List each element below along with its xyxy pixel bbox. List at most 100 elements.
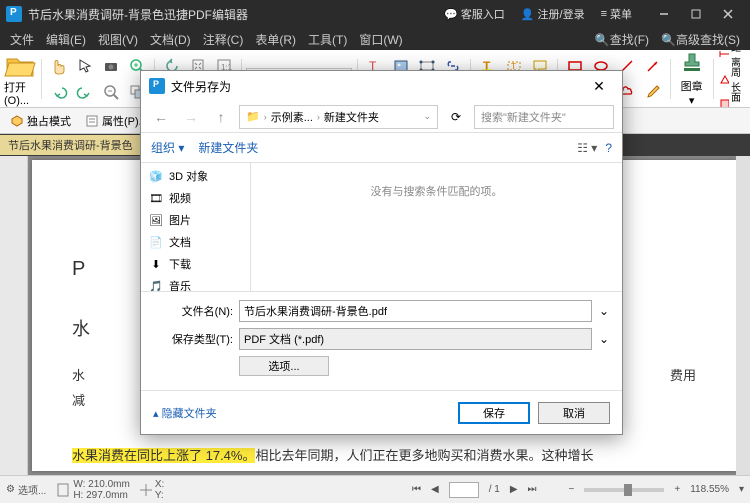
search-input[interactable]: 搜索"新建文件夹" bbox=[474, 105, 614, 129]
select-tool-icon[interactable] bbox=[73, 54, 97, 78]
folder-icon: 🎞 bbox=[149, 191, 163, 205]
filetype-select[interactable] bbox=[239, 328, 592, 350]
close-button[interactable] bbox=[712, 0, 744, 28]
menubar: 文件 编辑(E) 视图(V) 文档(D) 注释(C) 表单(R) 工具(T) 窗… bbox=[0, 28, 750, 50]
window-title: 节后水果消费调研-背景色迅捷PDF编辑器 bbox=[28, 6, 436, 23]
dialog-titlebar: 文件另存为 ✕ bbox=[141, 71, 622, 101]
undo-icon[interactable] bbox=[47, 80, 71, 104]
filetype-dropdown[interactable]: ⌄ bbox=[598, 332, 610, 346]
sidebar-item[interactable]: 🧊3D 对象 bbox=[141, 165, 250, 187]
dialog-file-list[interactable]: 没有与搜索条件匹配的项。 bbox=[251, 163, 622, 291]
stamp-button[interactable]: 图章▾ bbox=[676, 50, 708, 107]
document-tab[interactable]: 节后水果消费调研-背景色 × bbox=[0, 135, 153, 155]
page-input[interactable] bbox=[449, 482, 479, 498]
nav-back-button[interactable]: ← bbox=[149, 105, 173, 129]
save-button[interactable]: 保存 bbox=[458, 402, 530, 424]
perimeter-tool[interactable]: 周长 bbox=[718, 67, 746, 91]
hide-folders-toggle[interactable]: ▴ 隐藏文件夹 bbox=[153, 405, 217, 421]
status-options[interactable]: ⚙ 选项... bbox=[6, 482, 46, 497]
nav-up-button[interactable]: ↑ bbox=[209, 105, 233, 129]
dialog-close-button[interactable]: ✕ bbox=[584, 72, 614, 100]
sidebar-item-label: 视频 bbox=[169, 190, 191, 206]
menu-edit[interactable]: 编辑(E) bbox=[40, 31, 92, 48]
view-button[interactable]: ☷ ▾ bbox=[577, 141, 597, 155]
filename-input[interactable] bbox=[239, 300, 592, 322]
snapshot-tool-icon[interactable] bbox=[99, 54, 123, 78]
sidebar-item[interactable]: 🎞 视频 bbox=[141, 187, 250, 209]
zoom-slider[interactable] bbox=[584, 488, 664, 492]
highlighted-text: 水果消费在同比上涨了 17.4%。 bbox=[72, 448, 255, 463]
app-icon bbox=[6, 6, 22, 22]
options-button[interactable]: 选项... bbox=[239, 356, 329, 376]
sidebar-item[interactable]: 🖼 图片 bbox=[141, 209, 250, 231]
find-button[interactable]: 🔍查找(F) bbox=[589, 31, 655, 48]
service-button[interactable]: 💬客服入口 bbox=[436, 0, 513, 28]
sidebar-item-label: 下载 bbox=[169, 256, 191, 272]
login-button[interactable]: 👤注册/登录 bbox=[513, 0, 593, 28]
menu-tool[interactable]: 工具(T) bbox=[302, 31, 353, 48]
sidebar-item-label: 音乐 bbox=[169, 278, 191, 291]
hand-tool-icon[interactable] bbox=[47, 54, 71, 78]
dialog-sidebar: 🧊3D 对象🎞视频🖼图片📄文档⬇下载🎵音乐🖥桌面💽系统 (C:)💽软件 (D:) bbox=[141, 163, 251, 291]
organize-button[interactable]: 组织 ▾ bbox=[151, 139, 184, 156]
cancel-button[interactable]: 取消 bbox=[538, 402, 610, 424]
minimize-button[interactable] bbox=[648, 0, 680, 28]
new-folder-button[interactable]: 新建文件夹 bbox=[198, 139, 258, 156]
side-panel-strip[interactable] bbox=[0, 156, 28, 475]
doc-text: 相比去年同期，人们正在更多地购买和消费水果。这种增长 bbox=[255, 448, 593, 463]
sidebar-item-label: 图片 bbox=[169, 212, 191, 228]
menu-window[interactable]: 窗口(W) bbox=[353, 31, 408, 48]
statusbar: ⚙ 选项... W: 210.0mmH: 297.0mm X:Y: ⏮ ◀ / … bbox=[0, 475, 750, 503]
titlebar: 节后水果消费调研-背景色迅捷PDF编辑器 💬客服入口 👤注册/登录 ≡菜单 bbox=[0, 0, 750, 28]
advanced-find-button[interactable]: 🔍高级查找(S) bbox=[655, 31, 746, 48]
dialog-title: 文件另存为 bbox=[171, 78, 231, 95]
menu-form[interactable]: 表单(R) bbox=[249, 31, 302, 48]
tab-label: 节后水果消费调研-背景色 bbox=[8, 137, 133, 153]
vertical-scrollbar[interactable] bbox=[736, 156, 750, 475]
last-page-button[interactable]: ⏭ bbox=[528, 484, 537, 495]
nav-forward-button[interactable]: → bbox=[179, 105, 203, 129]
zoom-in-status[interactable]: + bbox=[674, 484, 680, 495]
sidebar-item[interactable]: ⬇下载 bbox=[141, 253, 250, 275]
redo-icon[interactable] bbox=[73, 80, 97, 104]
doc-line: 水果消费在同比上涨了 17.4%。相比去年同期，人们正在更多地购买和消费水果。这… bbox=[72, 444, 696, 469]
exclusive-mode-button[interactable]: 独占模式 bbox=[6, 111, 75, 131]
sidebar-item-label: 3D 对象 bbox=[169, 168, 208, 184]
menu-view[interactable]: 视图(V) bbox=[92, 31, 144, 48]
zoom-out-status[interactable]: − bbox=[569, 484, 575, 495]
doc-text: 费用 bbox=[670, 364, 696, 389]
open-button[interactable]: 打开(O)... bbox=[4, 51, 36, 107]
menu-button[interactable]: ≡菜单 bbox=[593, 0, 640, 28]
menu-comment[interactable]: 注释(C) bbox=[197, 31, 250, 48]
zoom-dropdown-status[interactable]: ▾ bbox=[739, 484, 744, 495]
prev-page-button[interactable]: ◀ bbox=[431, 484, 439, 495]
zoom-out-tool-icon[interactable] bbox=[99, 80, 123, 104]
sidebar-item[interactable]: 🎵 音乐 bbox=[141, 275, 250, 291]
next-page-button[interactable]: ▶ bbox=[510, 484, 518, 495]
arrow-shape-icon[interactable] bbox=[641, 54, 665, 78]
filename-label: 文件名(N): bbox=[153, 303, 233, 319]
filename-dropdown[interactable]: ⌄ bbox=[598, 304, 610, 318]
folder-icon: 🖼 bbox=[149, 213, 163, 227]
folder-icon: 🎵 bbox=[149, 279, 163, 291]
menu-file[interactable]: 文件 bbox=[4, 31, 40, 48]
menu-document[interactable]: 文档(D) bbox=[144, 31, 197, 48]
refresh-button[interactable]: ⟳ bbox=[444, 110, 468, 124]
dialog-toolbar: 组织 ▾ 新建文件夹 ☷ ▾ ? bbox=[141, 133, 622, 163]
page-size: W: 210.0mmH: 297.0mm bbox=[56, 479, 130, 501]
pencil-icon[interactable] bbox=[641, 80, 665, 104]
first-page-button[interactable]: ⏮ bbox=[412, 484, 421, 495]
crumb-item[interactable]: 新建文件夹 bbox=[324, 109, 379, 125]
sidebar-item-label: 文档 bbox=[169, 234, 191, 250]
help-button[interactable]: ? bbox=[605, 141, 612, 155]
area-tool[interactable]: 面积 bbox=[718, 92, 746, 109]
breadcrumb[interactable]: 📁 › 示例素... › 新建文件夹 ⌄ bbox=[239, 105, 438, 129]
page-total: / 1 bbox=[489, 484, 500, 495]
zoom-value: 118.55% bbox=[690, 484, 729, 495]
sidebar-item[interactable]: 📄文档 bbox=[141, 231, 250, 253]
maximize-button[interactable] bbox=[680, 0, 712, 28]
doc-text: 水 bbox=[72, 364, 85, 389]
dialog-icon bbox=[149, 78, 165, 94]
crumb-item[interactable]: 示例素... bbox=[271, 109, 313, 125]
save-as-dialog: 文件另存为 ✕ ← → ↑ 📁 › 示例素... › 新建文件夹 ⌄ ⟳ 搜索"… bbox=[140, 70, 623, 435]
